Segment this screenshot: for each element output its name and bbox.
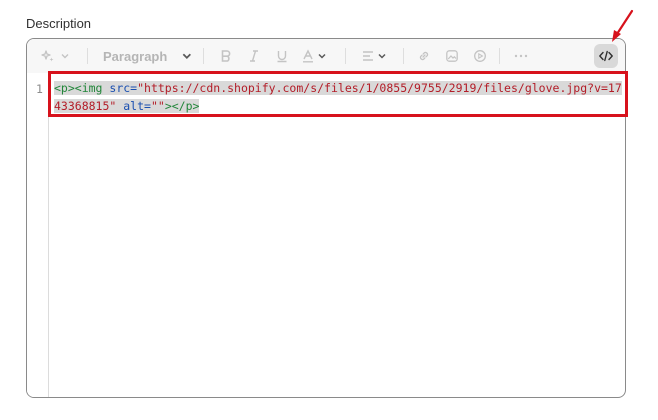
show-html-button[interactable] — [594, 44, 618, 68]
paragraph-style-dropdown[interactable]: Paragraph — [103, 39, 193, 73]
play-icon — [474, 50, 486, 62]
link-icon — [419, 51, 429, 61]
bold-button[interactable] — [215, 39, 237, 73]
insert-video-button[interactable] — [469, 39, 491, 73]
align-left-icon — [363, 51, 373, 61]
insert-link-button[interactable] — [413, 39, 435, 73]
chevron-down-icon — [61, 54, 69, 59]
line-number: 1 — [36, 82, 43, 96]
paragraph-style-label: Paragraph — [103, 48, 168, 64]
toolbar-divider — [345, 48, 346, 64]
image-icon — [446, 50, 458, 62]
italic-icon — [250, 50, 258, 62]
text-color-icon — [303, 49, 313, 63]
line-number-gutter — [27, 73, 49, 397]
more-actions-button[interactable] — [509, 39, 533, 73]
toolbar-divider — [499, 48, 500, 64]
magic-menu-button[interactable] — [37, 39, 73, 73]
annotation-highlight-box — [48, 71, 628, 117]
underline-icon — [277, 51, 287, 63]
insert-image-button[interactable] — [441, 39, 463, 73]
toolbar-divider — [403, 48, 404, 64]
description-label: Description — [26, 16, 92, 31]
italic-button[interactable] — [243, 39, 265, 73]
align-button[interactable] — [357, 39, 391, 73]
code-icon — [599, 50, 613, 62]
toolbar-divider — [87, 48, 88, 64]
toolbar-divider — [203, 48, 204, 64]
editor-toolbar: Paragraph — [27, 39, 625, 74]
chevron-down-icon — [183, 53, 192, 59]
bold-icon — [221, 50, 231, 62]
chevron-down-icon — [378, 53, 386, 59]
ellipsis-icon — [514, 54, 528, 58]
sparkles-icon — [41, 50, 54, 62]
chevron-down-icon — [318, 53, 326, 59]
text-color-button[interactable] — [297, 39, 331, 73]
underline-button[interactable] — [271, 39, 293, 73]
description-card: Description Paragraph 1 <p><img src="htt… — [0, 0, 658, 420]
